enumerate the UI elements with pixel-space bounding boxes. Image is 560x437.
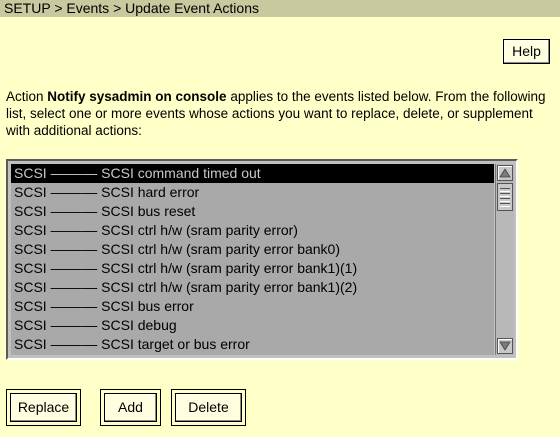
delete-button-frame: Delete bbox=[171, 389, 246, 426]
event-list-item[interactable]: SCSI –––––– SCSI command timed out bbox=[11, 164, 494, 183]
grip-line bbox=[500, 198, 510, 202]
event-listbox[interactable]: SCSI –––––– SCSI command timed out SCSI –… bbox=[6, 159, 518, 360]
scroll-thumb[interactable] bbox=[497, 183, 513, 211]
triangle-up-icon bbox=[499, 168, 511, 178]
replace-button[interactable]: Replace bbox=[10, 393, 77, 422]
event-list-item[interactable]: SCSI –––––– SCSI bus error bbox=[11, 297, 494, 316]
intro-prefix: Action bbox=[6, 89, 48, 104]
event-list-item[interactable]: SCSI –––––– SCSI debug bbox=[11, 316, 494, 335]
replace-button-frame: Replace bbox=[6, 389, 81, 426]
action-name: Notify sysadmin on console bbox=[47, 89, 227, 104]
add-button-frame: Add bbox=[100, 389, 161, 426]
event-list-item[interactable]: SCSI –––––– SCSI ctrl h/w (sram parity e… bbox=[11, 259, 494, 278]
event-list[interactable]: SCSI –––––– SCSI command timed out SCSI –… bbox=[11, 164, 494, 355]
event-list-item[interactable]: SCSI –––––– SCSI ctrl h/w (sram parity e… bbox=[11, 221, 494, 240]
delete-button[interactable]: Delete bbox=[175, 393, 242, 422]
event-list-item[interactable]: SCSI –––––– SCSI target or bus error bbox=[11, 335, 494, 354]
scroll-up-button[interactable] bbox=[497, 165, 513, 181]
add-button[interactable]: Add bbox=[104, 393, 157, 422]
event-list-item[interactable]: SCSI –––––– SCSI ctrl h/w (sram parity e… bbox=[11, 240, 494, 259]
event-list-item[interactable]: SCSI –––––– SCSI hard error bbox=[11, 183, 494, 202]
breadcrumb: SETUP > Events > Update Event Actions bbox=[0, 0, 560, 17]
scroll-down-button[interactable] bbox=[497, 338, 513, 354]
help-button[interactable]: Help bbox=[503, 39, 550, 64]
grip-line bbox=[500, 203, 510, 207]
grip-line bbox=[500, 188, 510, 192]
event-list-item[interactable]: SCSI –––––– SCSI ctrl h/w (sram parity e… bbox=[11, 278, 494, 297]
list-scrollbar[interactable] bbox=[495, 164, 514, 355]
event-list-item[interactable]: SCSI –––––– SCSI bus reset bbox=[11, 202, 494, 221]
grip-line bbox=[500, 193, 510, 197]
intro-text: Action Notify sysadmin on console applie… bbox=[6, 88, 551, 139]
triangle-down-icon bbox=[499, 341, 511, 351]
